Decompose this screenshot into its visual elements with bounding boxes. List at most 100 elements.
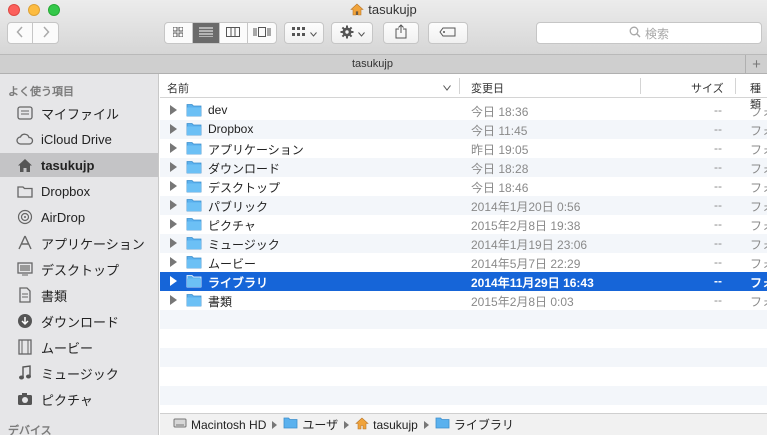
view-mode-control <box>164 22 277 44</box>
file-row[interactable]: ライブラリ 2014年11月29日 16:43 -- フォ <box>160 272 767 291</box>
column-size-header[interactable]: サイズ <box>691 80 724 96</box>
airdrop-icon <box>16 208 34 226</box>
path-item-users[interactable]: ユーザ <box>283 416 338 433</box>
file-kind: フォ <box>750 124 767 138</box>
file-size: -- <box>714 274 722 288</box>
sidebar-item-dropbox[interactable]: Dropbox <box>0 179 158 203</box>
column-view-button[interactable] <box>220 23 248 43</box>
file-kind: フォ <box>750 238 767 252</box>
new-tab-button[interactable]: + <box>745 55 767 74</box>
devices-heading: デバイス <box>8 425 52 435</box>
file-row[interactable]: デスクトップ 今日 18:46 -- フォ <box>160 177 767 196</box>
arrange-grid-icon <box>291 26 306 40</box>
sort-chevron-icon <box>443 82 451 94</box>
window-title: tasukujp <box>0 2 767 19</box>
column-header: 名前 変更日 サイズ 種類 <box>160 74 767 111</box>
file-date: 2014年1月19日 23:06 <box>471 238 588 252</box>
path-bar: Macintosh HD ユーザ tasukujp ライブラリ <box>160 413 767 435</box>
tags-button[interactable] <box>428 22 468 44</box>
documents-icon <box>16 286 34 304</box>
sidebar-item-icloud-drive[interactable]: iCloud Drive <box>0 127 158 151</box>
column-date-header[interactable]: 変更日 <box>471 80 504 96</box>
library-folder-icon <box>435 417 454 432</box>
share-button[interactable] <box>383 22 419 44</box>
disclosure-triangle-icon[interactable] <box>170 162 177 172</box>
file-row[interactable]: dev 今日 18:36 -- フォ <box>160 101 767 120</box>
file-kind: フォ <box>750 105 767 119</box>
coverflow-view-button[interactable] <box>248 23 276 43</box>
folder-icon <box>186 274 202 288</box>
sidebar-item-movies[interactable]: ムービー <box>0 335 158 359</box>
sidebar-item-tasukujp[interactable]: tasukujp <box>0 153 158 177</box>
disclosure-triangle-icon[interactable] <box>170 295 177 305</box>
sidebar-item-music[interactable]: ミュージック <box>0 361 158 385</box>
path-item-tasukujp[interactable]: tasukujp <box>355 417 418 433</box>
search-field[interactable]: 検索 <box>536 22 762 44</box>
disclosure-triangle-icon[interactable] <box>170 143 177 153</box>
file-date: 昨日 19:05 <box>471 143 529 157</box>
window-toolbar: tasukujp 検索 <box>0 0 767 55</box>
file-date: 2015年2月8日 0:03 <box>471 295 574 309</box>
path-separator-icon <box>423 420 429 429</box>
sidebar-item-all-my-files[interactable]: マイファイル <box>0 101 158 125</box>
back-button[interactable] <box>8 23 34 43</box>
empty-row <box>160 348 767 367</box>
empty-row <box>160 386 767 405</box>
file-row[interactable]: アプリケーション 昨日 19:05 -- フォ <box>160 139 767 158</box>
sidebar-item-downloads[interactable]: ダウンロード <box>0 309 158 333</box>
sidebar-item-pictures[interactable]: ピクチャ <box>0 387 158 411</box>
path-item-library[interactable]: ライブラリ <box>435 416 514 433</box>
disclosure-triangle-icon[interactable] <box>170 105 177 115</box>
sidebar-item-airdrop[interactable]: AirDrop <box>0 205 158 229</box>
file-row[interactable]: ムービー 2014年5月7日 22:29 -- フォ <box>160 253 767 272</box>
sidebar-item-documents[interactable]: 書類 <box>0 283 158 307</box>
folder-icon <box>186 236 202 250</box>
applications-icon <box>16 234 34 252</box>
file-row[interactable]: ミュージック 2014年1月19日 23:06 -- フォ <box>160 234 767 253</box>
file-name: ライブラリ <box>208 276 269 290</box>
folder-icon <box>186 255 202 269</box>
arrange-button[interactable] <box>284 22 324 44</box>
file-row[interactable]: ダウンロード 今日 18:28 -- フォ <box>160 158 767 177</box>
folder-icon <box>186 141 202 155</box>
file-kind: フォ <box>750 257 767 271</box>
disclosure-triangle-icon[interactable] <box>170 181 177 191</box>
tag-icon <box>439 26 457 40</box>
file-row[interactable]: パブリック 2014年1月20日 0:56 -- フォ <box>160 196 767 215</box>
disclosure-triangle-icon[interactable] <box>170 200 177 210</box>
sidebar-item-label: アプリケーション <box>41 236 145 252</box>
folder-icon <box>186 103 202 117</box>
movies-icon <box>16 338 34 356</box>
sidebar-item-applications[interactable]: アプリケーション <box>0 231 158 255</box>
plus-icon: + <box>752 56 761 73</box>
path-separator-icon <box>344 420 350 429</box>
action-button[interactable] <box>331 22 373 44</box>
forward-button[interactable] <box>33 23 58 43</box>
file-size: -- <box>714 217 722 231</box>
chevron-left-icon <box>16 25 24 41</box>
file-name: パブリック <box>208 200 269 214</box>
file-name: 書類 <box>208 295 233 309</box>
file-size: -- <box>714 236 722 250</box>
list-view-button[interactable] <box>192 23 221 43</box>
disclosure-triangle-icon[interactable] <box>170 238 177 248</box>
file-date: 2015年2月8日 19:38 <box>471 219 581 233</box>
file-row[interactable]: Dropbox 今日 11:45 -- フォ <box>160 120 767 139</box>
path-item-macintosh-hd[interactable]: Macintosh HD <box>173 417 266 432</box>
file-date: 今日 18:46 <box>471 181 529 195</box>
file-row[interactable]: 書類 2015年2月8日 0:03 -- フォ <box>160 291 767 310</box>
disclosure-triangle-icon[interactable] <box>170 276 177 286</box>
columns-icon <box>226 26 241 40</box>
disclosure-triangle-icon[interactable] <box>170 219 177 229</box>
tab-tasukujp[interactable]: tasukujp <box>0 58 745 70</box>
empty-row <box>160 367 767 386</box>
sidebar-item-desktop[interactable]: デスクトップ <box>0 257 158 281</box>
icon-view-button[interactable] <box>165 23 193 43</box>
column-name-header[interactable]: 名前 <box>167 80 189 96</box>
file-row[interactable]: ピクチャ 2015年2月8日 19:38 -- フォ <box>160 215 767 234</box>
file-name: デスクトップ <box>208 181 281 195</box>
disclosure-triangle-icon[interactable] <box>170 124 177 134</box>
file-size: -- <box>714 255 722 269</box>
disclosure-triangle-icon[interactable] <box>170 257 177 267</box>
file-name: dev <box>208 103 228 117</box>
